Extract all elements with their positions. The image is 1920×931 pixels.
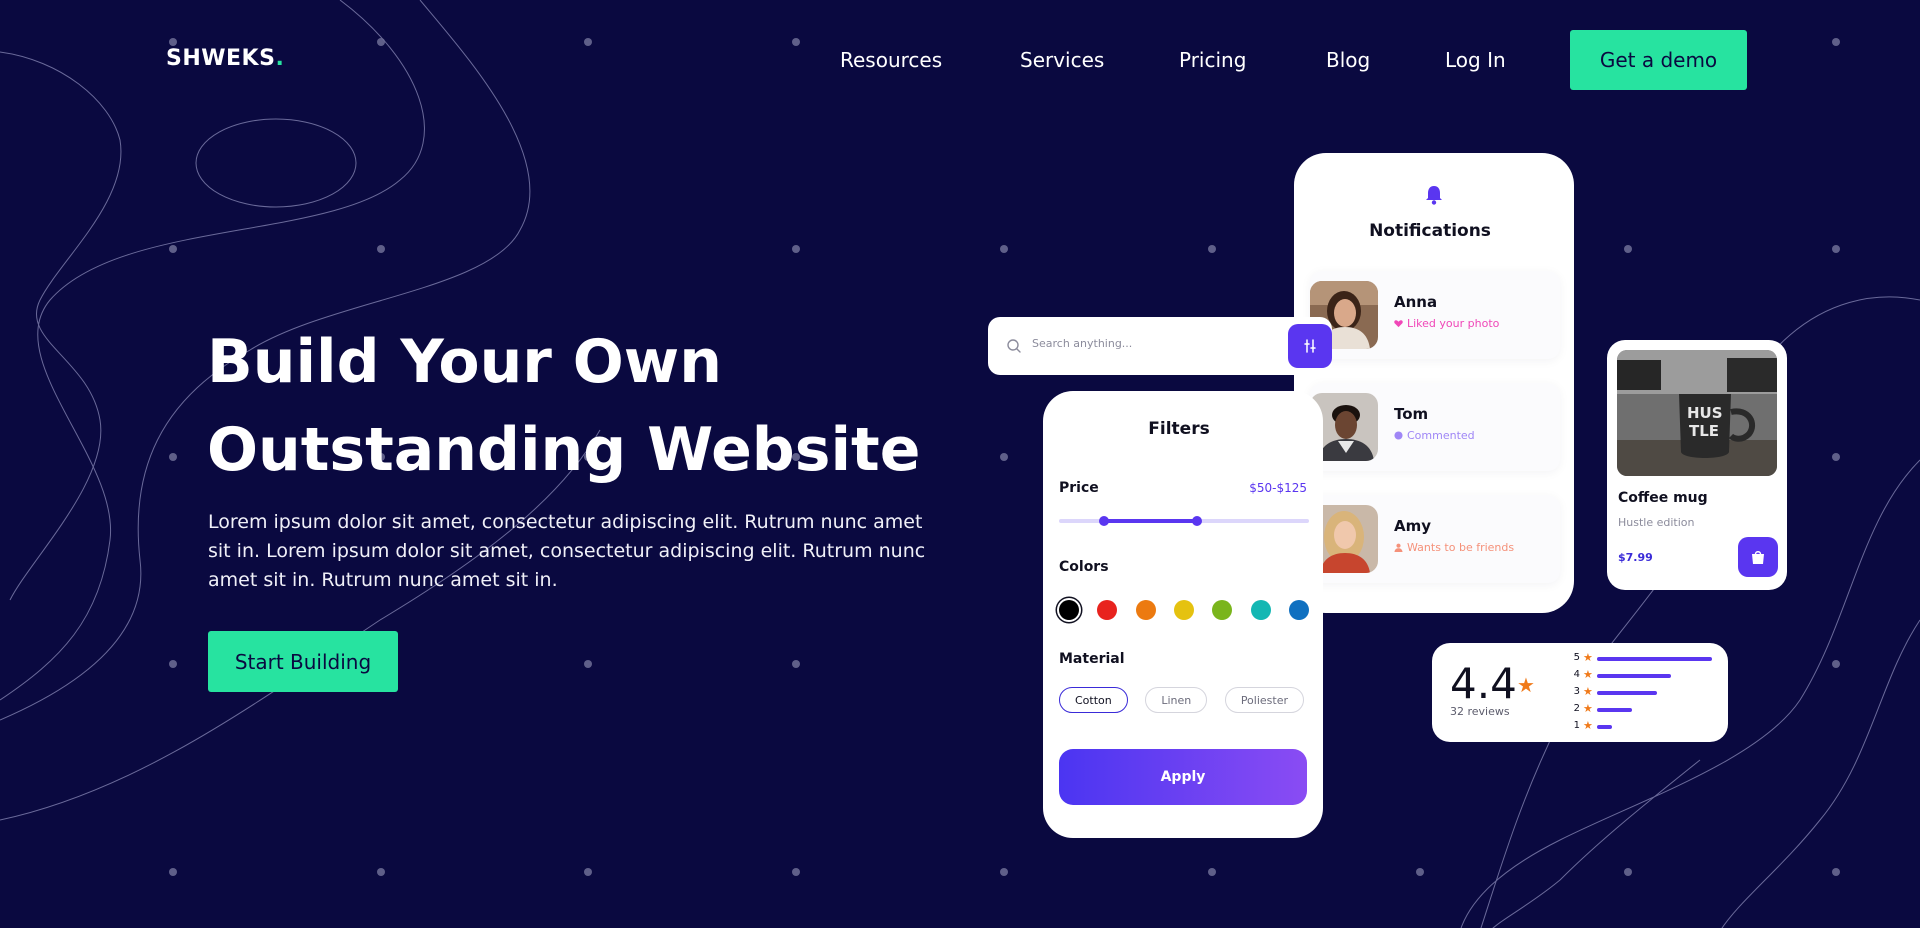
color-swatch[interactable] (1173, 600, 1194, 620)
color-swatches (1059, 596, 1309, 624)
rating-bar-fill (1597, 674, 1671, 678)
rating-bar-label: 3 (1573, 686, 1580, 697)
mug-text-1: HUS (1687, 404, 1723, 422)
nav-resources[interactable]: Resources (840, 48, 942, 72)
bell-icon (1426, 186, 1442, 205)
color-swatch[interactable] (1135, 600, 1156, 620)
nav-login[interactable]: Log In (1445, 48, 1506, 72)
apply-button[interactable]: Apply (1059, 749, 1307, 805)
star-icon: ★ (1583, 702, 1593, 715)
product-name: Coffee mug (1618, 490, 1708, 506)
nav-services[interactable]: Services (1020, 48, 1104, 72)
notifications-title: Notifications (1369, 221, 1491, 241)
color-swatch[interactable] (1250, 600, 1271, 620)
price-slider-max-handle[interactable] (1191, 516, 1202, 526)
color-swatch[interactable] (1059, 600, 1079, 620)
rating-bar-row: 4 ★ (1572, 668, 1722, 685)
hero-description: Lorem ipsum dolor sit amet, consectetur … (208, 511, 926, 591)
rating-bar-fill (1597, 691, 1657, 695)
notification-action: Commented (1394, 429, 1475, 442)
product-price: $7.99 (1618, 551, 1653, 564)
price-label: Price (1059, 480, 1099, 496)
rating-bar-row: 5 ★ (1572, 651, 1722, 668)
notification-action: Wants to be friends (1394, 541, 1514, 554)
rating-bar-label: 1 (1573, 720, 1580, 731)
color-swatch[interactable] (1097, 600, 1118, 620)
search-icon (1007, 339, 1021, 353)
product-image: HUS TLE (1617, 350, 1777, 476)
brand-logo[interactable]: SHWEKS. (166, 46, 284, 71)
rating-bar-label: 4 (1573, 669, 1580, 680)
filters-card: Filters Price $50-$125 Colors Material C… (1043, 391, 1323, 838)
rating-score: 4.4 (1450, 659, 1517, 708)
comment-icon (1394, 431, 1403, 440)
notification-action-text: Liked your photo (1407, 317, 1500, 330)
review-count: 32 reviews (1450, 705, 1510, 718)
filters-title: Filters (1148, 419, 1210, 439)
star-icon: ★ (1583, 668, 1593, 681)
sliders-icon (1304, 339, 1316, 353)
mug-text-2: TLE (1689, 422, 1719, 440)
notification-action: Liked your photo (1394, 317, 1499, 330)
star-icon: ★ (1517, 673, 1535, 697)
notification-name: Tom (1394, 405, 1429, 423)
price-slider-min-handle[interactable] (1099, 516, 1109, 526)
filter-toggle-button[interactable] (1288, 324, 1332, 368)
color-swatch[interactable] (1288, 600, 1309, 620)
shopping-bag-icon (1752, 551, 1764, 564)
rating-bar-fill (1597, 657, 1712, 661)
hero-title-line-2: Outstanding Website (207, 415, 921, 485)
brand-name: SHWEKS (166, 46, 276, 71)
colors-label: Colors (1059, 559, 1109, 575)
notification-action-text: Commented (1407, 429, 1475, 442)
brand-dot: . (275, 46, 285, 71)
start-building-button[interactable]: Start Building (208, 631, 398, 692)
nav-pricing[interactable]: Pricing (1179, 48, 1246, 72)
user-icon (1394, 543, 1403, 552)
color-swatch[interactable] (1212, 600, 1233, 620)
rating-breakdown: 5 ★ 4 ★ 3 ★ 2 ★ 1 ★ (1572, 651, 1722, 736)
rating-card: 4.4 ★ 32 reviews 5 ★ 4 ★ 3 ★ 2 ★ 1 ★ (1432, 643, 1728, 742)
material-label: Material (1059, 651, 1125, 667)
notification-item-anna[interactable]: Anna Liked your photo (1310, 271, 1560, 359)
star-icon: ★ (1583, 685, 1593, 698)
notification-item-amy[interactable]: Amy Wants to be friends (1310, 495, 1560, 583)
material-chip-linen[interactable]: Linen (1145, 687, 1208, 713)
rating-bar-fill (1597, 725, 1612, 729)
rating-bar-label: 2 (1573, 703, 1580, 714)
notification-name: Anna (1394, 293, 1438, 311)
hero-title-line-1: Build Your Own (207, 327, 722, 397)
search-bar[interactable]: Search anything... (988, 317, 1332, 375)
rating-bar-row: 3 ★ (1572, 685, 1722, 702)
rating-bar-fill (1597, 708, 1632, 712)
price-slider-fill (1104, 519, 1197, 523)
get-demo-button[interactable]: Get a demo (1570, 30, 1747, 90)
heart-icon (1394, 320, 1403, 328)
search-input[interactable]: Search anything... (1032, 337, 1132, 350)
rating-bar-label: 5 (1573, 652, 1580, 663)
notification-item-tom[interactable]: Tom Commented (1310, 383, 1560, 471)
product-card[interactable]: HUS TLE Coffee mug Hustle edition $7.99 (1607, 340, 1787, 590)
hero-title: Build Your Own Outstanding Website (207, 318, 927, 494)
add-to-cart-button[interactable] (1738, 537, 1778, 577)
price-slider[interactable] (1059, 516, 1309, 526)
nav-blog[interactable]: Blog (1326, 48, 1370, 72)
star-icon: ★ (1583, 651, 1593, 664)
notification-name: Amy (1394, 517, 1432, 535)
material-chip-cotton[interactable]: Cotton (1059, 687, 1128, 713)
price-range-value: $50-$125 (1249, 481, 1307, 495)
notification-action-text: Wants to be friends (1407, 541, 1515, 554)
product-subtitle: Hustle edition (1618, 516, 1695, 529)
rating-bar-row: 2 ★ (1572, 702, 1722, 719)
star-icon: ★ (1583, 719, 1593, 732)
material-chip-poliester[interactable]: Poliester (1224, 687, 1304, 713)
notifications-card: Notifications Anna Liked your photo Tom … (1294, 153, 1574, 613)
rating-bar-row: 1 ★ (1572, 719, 1722, 736)
material-options: Cotton Linen Poliester (1059, 687, 1304, 713)
